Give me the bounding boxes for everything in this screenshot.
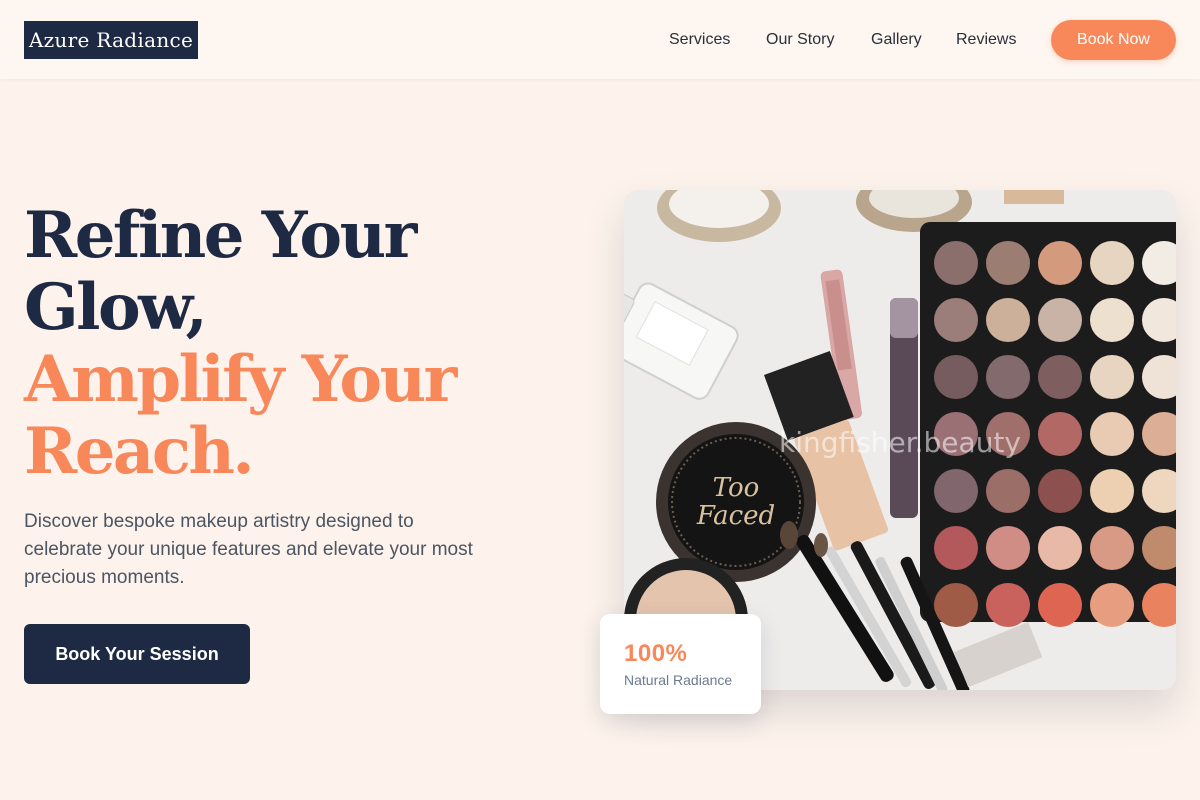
eyeshadow-pan [1038, 241, 1082, 285]
svg-text:Faced: Faced [696, 501, 775, 531]
hero-title: Refine Your Glow, Amplify Your Reach. [24, 200, 544, 488]
eyeshadow-pan [986, 298, 1030, 342]
eyeshadow-pan [1090, 241, 1134, 285]
nav-link-reviews[interactable]: Reviews [956, 29, 1016, 51]
eyeshadow-pan [934, 298, 978, 342]
eyeshadow-pan [1038, 469, 1082, 513]
eyeshadow-pan [1038, 412, 1082, 456]
hero-title-line-4: Reach. [24, 414, 255, 489]
eyeshadow-palette [920, 222, 1176, 627]
book-session-button[interactable]: Book Your Session [24, 624, 250, 684]
mascara [890, 298, 918, 518]
eyeshadow-pan [986, 355, 1030, 399]
eyeshadow-pan [934, 241, 978, 285]
site-header: Azure Radiance Services Our Story Galler… [0, 0, 1200, 79]
nav-link-our-story[interactable]: Our Story [766, 29, 834, 51]
image-watermark: kingfisher.beauty [779, 426, 1021, 459]
hero-title-line-1: Refine Your [24, 198, 417, 273]
eyeshadow-pan [1038, 355, 1082, 399]
hero-title-line-3: Amplify Your [24, 342, 457, 417]
eyeshadow-pan [1090, 298, 1134, 342]
svg-text:Too: Too [713, 473, 760, 503]
eyeshadow-pan [986, 469, 1030, 513]
eyeshadow-pan [934, 355, 978, 399]
nav-link-gallery[interactable]: Gallery [871, 29, 922, 51]
hero-title-line-2: Glow, [24, 270, 208, 345]
eyeshadow-pan [1038, 298, 1082, 342]
eyeshadow-pan [1038, 583, 1082, 627]
stat-label: Natural Radiance [624, 672, 733, 688]
book-now-button[interactable]: Book Now [1051, 20, 1176, 60]
eyeshadow-pan [1090, 469, 1134, 513]
nav-link-services[interactable]: Services [669, 29, 730, 51]
eyeshadow-pan [934, 526, 978, 570]
stat-value: 100% [624, 640, 688, 667]
eyeshadow-pan [934, 469, 978, 513]
eyeshadow-pan [1090, 355, 1134, 399]
eyeshadow-pan [1038, 526, 1082, 570]
eyeshadow-pan [934, 583, 978, 627]
eyeshadow-pan [986, 241, 1030, 285]
stat-card: 100% Natural Radiance [600, 614, 761, 714]
hero-description: Discover bespoke makeup artistry designe… [24, 511, 473, 588]
eyeshadow-pan [986, 526, 1030, 570]
eyeshadow-pan [1090, 583, 1134, 627]
main-nav: Services Our Story Gallery Reviews [0, 29, 1200, 51]
eyeshadow-pan [1090, 412, 1134, 456]
eyeshadow-pan [1090, 526, 1134, 570]
eyeshadow-pan [986, 583, 1030, 627]
